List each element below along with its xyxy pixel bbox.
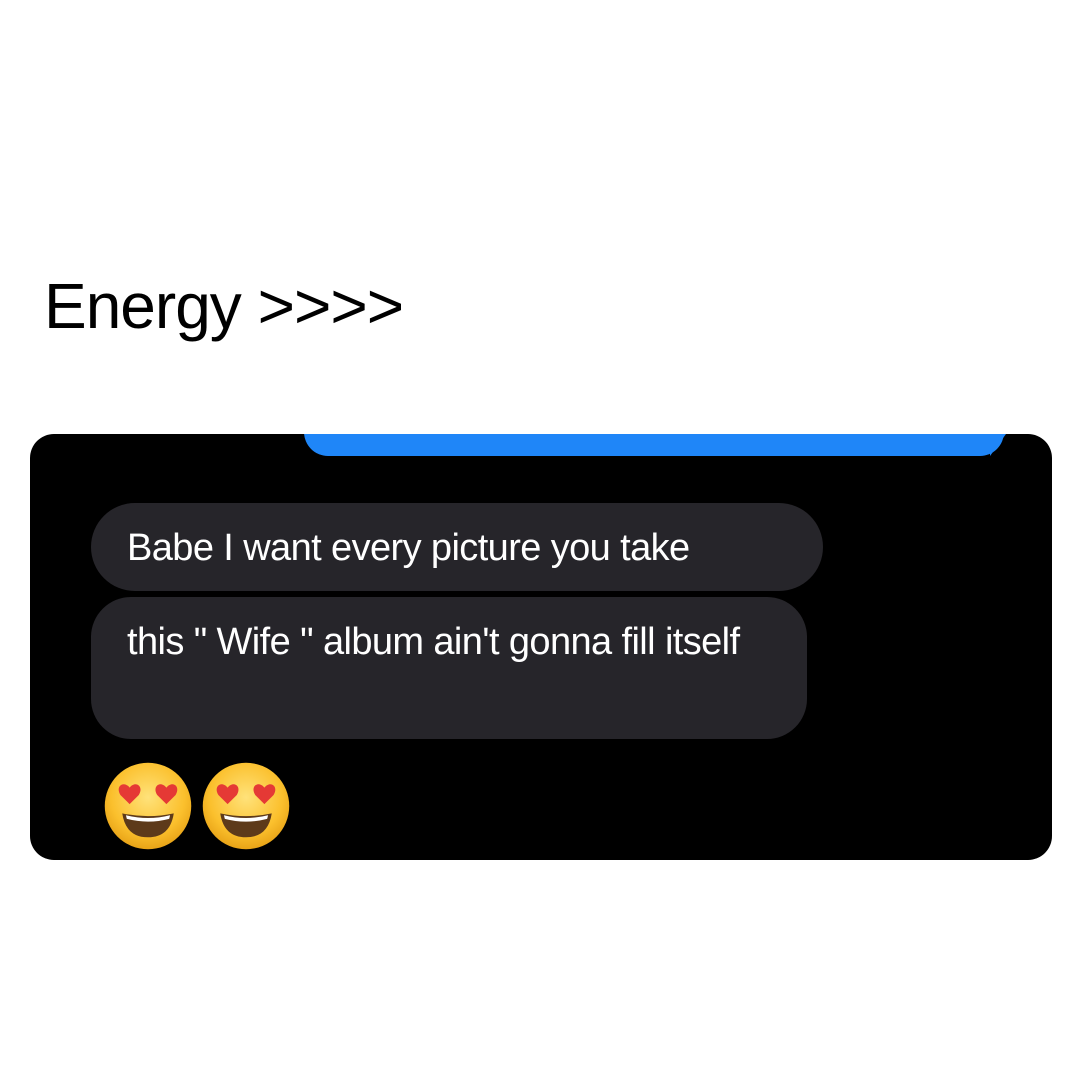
received-message-bubble: Babe I want every picture you take	[91, 503, 823, 591]
message-text: this " Wife " album ain't gonna fill its…	[127, 621, 740, 663]
message-text: Babe I want every picture you take	[127, 527, 690, 569]
sent-bubble-tail	[990, 434, 1006, 456]
chat-screenshot: Babe I want every picture you take this …	[30, 434, 1052, 860]
received-message-bubble: this " Wife " album ain't gonna fill its…	[91, 597, 807, 739]
caption-title: Energy >>>>	[44, 270, 404, 342]
emoji-message	[102, 760, 292, 852]
sent-message-bubble	[304, 434, 1004, 456]
heart-eyes-emoji-icon	[202, 762, 290, 850]
heart-eyes-emoji-icon	[104, 762, 192, 850]
